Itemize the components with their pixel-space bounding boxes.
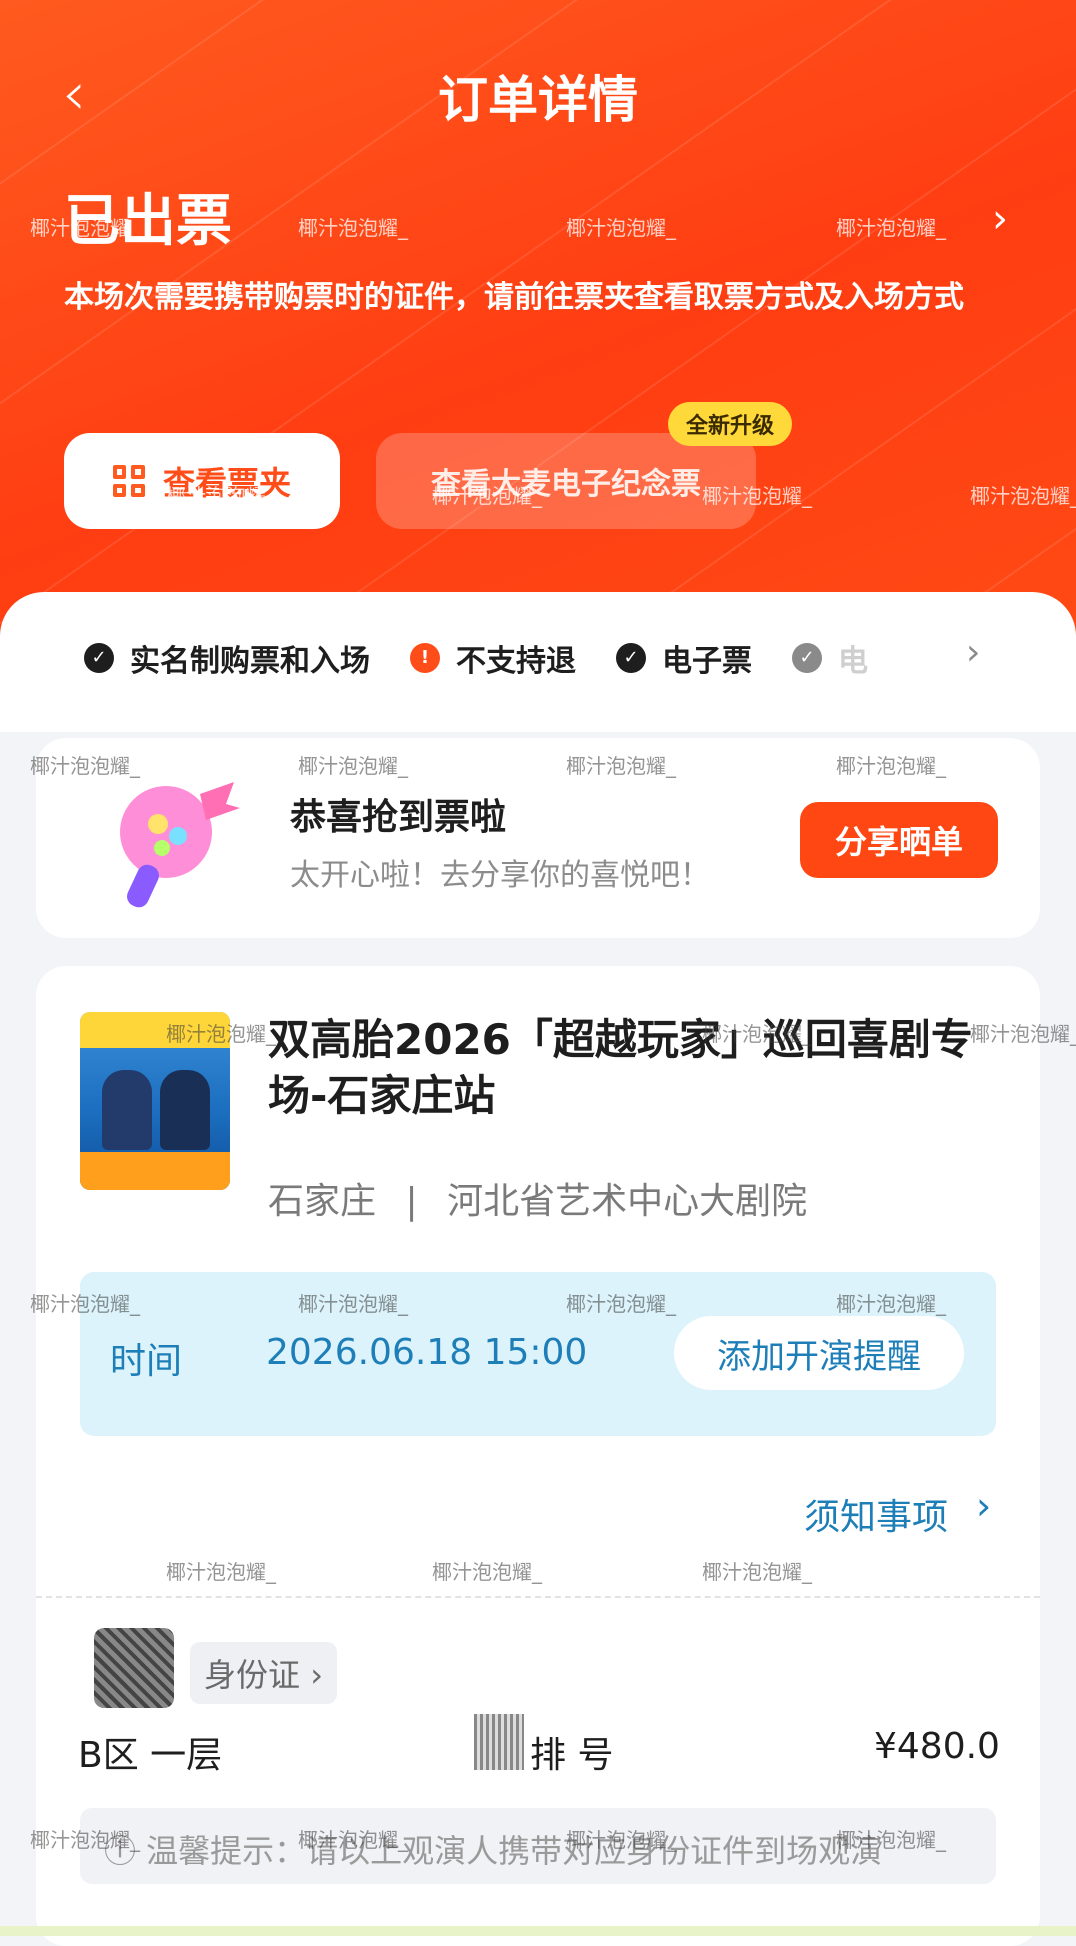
warm-tip-box: ⓘ 温馨提示：请以上观演人携带对应身份证件到场观演 bbox=[80, 1808, 996, 1884]
chevron-right-icon: › bbox=[310, 1656, 323, 1694]
check-circle-icon: ✓ bbox=[84, 643, 114, 673]
seat-area: B区 一层 bbox=[78, 1735, 223, 1776]
ticket-features-bar[interactable]: ✓ 实名制购票和入场 ! 不支持退 ✓ 电子票 ✓ 电 › bbox=[0, 592, 1076, 732]
feature-more: ✓ 电 bbox=[792, 636, 868, 680]
ticket-price: ¥480.0 bbox=[874, 1726, 1000, 1767]
view-ticket-wallet-button[interactable]: 查看票夹 bbox=[64, 433, 340, 529]
id-card-label: 身份证 bbox=[204, 1656, 301, 1694]
cheer-stick-icon bbox=[120, 782, 240, 908]
view-souvenir-ticket-button[interactable]: 查看大麦电子纪念票 bbox=[376, 433, 756, 529]
feature-eticket: ✓ 电子票 bbox=[616, 636, 752, 680]
time-label: 时间 bbox=[110, 1341, 183, 1382]
show-time-panel: 时间 2026.06.18 15:00 添加开演提醒 bbox=[80, 1272, 996, 1436]
celebrate-title: 恭喜抢到票啦 bbox=[290, 797, 507, 838]
seat-row-redaction bbox=[474, 1714, 524, 1770]
view-souvenir-ticket-label: 查看大麦电子纪念票 bbox=[431, 467, 701, 502]
feature-label: 实名制购票和入场 bbox=[130, 644, 370, 679]
celebrate-card: 恭喜抢到票啦 太开心啦！去分享你的喜悦吧！ 分享晒单 bbox=[36, 738, 1040, 938]
feature-label: 不支持退 bbox=[456, 644, 576, 679]
share-order-button[interactable]: 分享晒单 bbox=[800, 802, 998, 878]
order-status-header: ‹ 订单详情 已出票 › 本场次需要携带购票时的证件，请前往票夹查看取票方式及入… bbox=[0, 0, 1076, 640]
show-venue-name: 河北省艺术中心大剧院 bbox=[447, 1181, 808, 1222]
check-circle-icon: ✓ bbox=[616, 643, 646, 673]
id-card-chip[interactable]: 身份证 › bbox=[190, 1642, 337, 1704]
warm-tip-text: ⓘ 温馨提示：请以上观演人携带对应身份证件到场观演 bbox=[104, 1832, 883, 1870]
add-reminder-button[interactable]: 添加开演提醒 bbox=[674, 1316, 964, 1390]
feature-no-refund: ! 不支持退 bbox=[410, 636, 576, 680]
feature-realname: ✓ 实名制购票和入场 bbox=[84, 636, 370, 680]
show-location[interactable]: 石家庄 | 河北省艺术中心大剧院 bbox=[268, 1172, 807, 1224]
location-separator: | bbox=[405, 1181, 418, 1222]
attendee-avatar bbox=[94, 1628, 174, 1708]
chevron-right-icon[interactable]: › bbox=[976, 1484, 991, 1528]
view-ticket-wallet-label: 查看票夹 bbox=[162, 464, 291, 502]
show-datetime: 2026.06.18 15:00 bbox=[266, 1332, 588, 1373]
features-row: ✓ 实名制购票和入场 ! 不支持退 ✓ 电子票 ✓ 电 bbox=[84, 636, 908, 680]
feature-label: 电子票 bbox=[662, 644, 752, 679]
show-card: 双高胎2026「超越玩家」巡回喜剧专场-石家庄站 石家庄 | 河北省艺术中心大剧… bbox=[36, 966, 1040, 1946]
show-poster[interactable] bbox=[80, 1012, 230, 1190]
show-city: 石家庄 bbox=[268, 1181, 377, 1222]
exclamation-circle-icon: ! bbox=[410, 643, 440, 673]
page-title: 订单详情 bbox=[438, 71, 638, 129]
order-status-title: 已出票 bbox=[64, 189, 232, 254]
order-status-description: 本场次需要携带购票时的证件，请前往票夹查看取票方式及入场方式 bbox=[64, 280, 964, 315]
chevron-right-icon[interactable]: › bbox=[966, 632, 980, 673]
seat-number: 排 号 bbox=[530, 1735, 614, 1776]
feature-label: 电 bbox=[838, 644, 868, 679]
qr-grid-icon bbox=[112, 465, 145, 497]
bottom-bar bbox=[0, 1926, 1076, 1936]
new-upgrade-badge: 全新升级 bbox=[668, 402, 793, 446]
status-detail-chevron-icon[interactable]: › bbox=[992, 196, 1008, 242]
celebrate-subtitle: 太开心啦！去分享你的喜悦吧！ bbox=[290, 858, 710, 893]
ticket-divider bbox=[36, 1596, 1040, 1598]
notice-link[interactable]: 须知事项 bbox=[804, 1488, 948, 1540]
check-circle-icon: ✓ bbox=[792, 643, 822, 673]
show-title[interactable]: 双高胎2026「超越玩家」巡回喜剧专场-石家庄站 bbox=[268, 1012, 998, 1124]
